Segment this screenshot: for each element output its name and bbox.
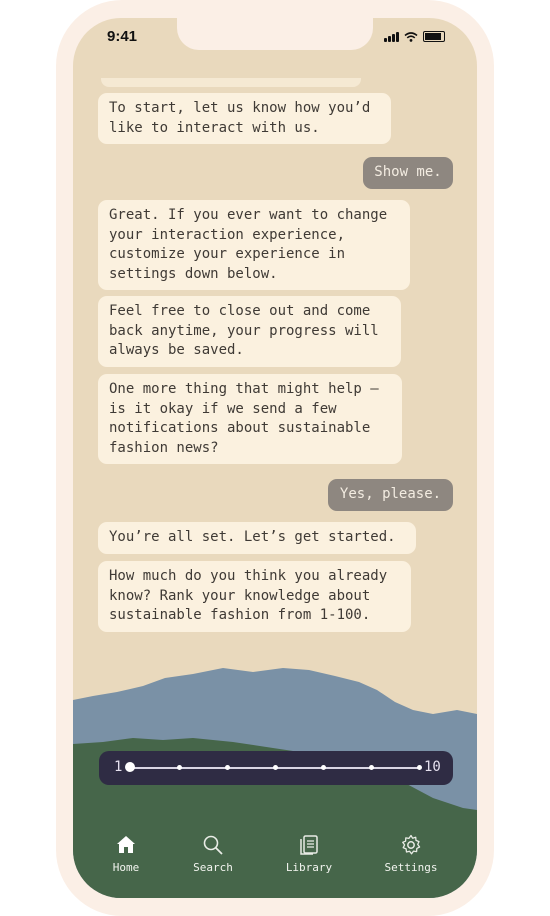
tab-settings-label: Settings — [384, 861, 438, 874]
slider-max-label: 10 — [424, 759, 441, 775]
wifi-icon — [404, 32, 418, 42]
slider-step-dot[interactable] — [369, 765, 374, 770]
status-icons — [384, 31, 445, 42]
slider-step-dot[interactable] — [321, 765, 326, 770]
settings-gear-icon — [402, 834, 421, 855]
tab-search[interactable]: Search — [173, 833, 253, 874]
battery-icon — [423, 31, 445, 42]
bot-message: One more thing that might help — is it o… — [98, 374, 402, 464]
tab-settings[interactable]: Settings — [371, 833, 451, 874]
tab-home-label: Home — [112, 861, 140, 874]
slider-step-dot[interactable] — [273, 765, 278, 770]
app-screen: 9:41 To start, let us know how you’d lik… — [73, 18, 477, 898]
bot-message: Great. If you ever want to change your i… — [98, 200, 410, 290]
user-reply-bubble: Yes, please. — [328, 479, 453, 511]
bot-message: Feel free to close out and come back any… — [98, 296, 401, 367]
status-time: 9:41 — [107, 28, 138, 45]
previous-message-edge — [101, 78, 361, 87]
tab-home[interactable]: Home — [86, 833, 166, 874]
slider-step-dot[interactable] — [417, 765, 422, 770]
slider-thumb[interactable] — [125, 762, 135, 772]
cellular-signal-icon — [384, 32, 399, 42]
bot-message: You’re all set. Let’s get started. — [98, 522, 416, 554]
bottom-tab-bar: Home Search Library Settings — [73, 833, 477, 898]
user-reply-bubble: Show me. — [363, 157, 453, 189]
tab-library-label: Library — [285, 861, 333, 874]
home-icon — [117, 836, 135, 853]
status-bar: 9:41 — [73, 18, 477, 58]
bot-message: To start, let us know how you’d like to … — [98, 93, 391, 144]
slider-min-label: 1 — [114, 759, 123, 775]
slider-step-dot[interactable] — [225, 765, 230, 770]
bot-message: How much do you think you already know? … — [98, 561, 411, 632]
tab-library[interactable]: Library — [269, 833, 349, 874]
knowledge-rating-slider[interactable]: 1 10 — [99, 751, 453, 785]
library-icon — [300, 835, 318, 855]
slider-step-dot[interactable] — [177, 765, 182, 770]
tab-search-label: Search — [193, 861, 233, 874]
search-icon — [203, 835, 223, 855]
